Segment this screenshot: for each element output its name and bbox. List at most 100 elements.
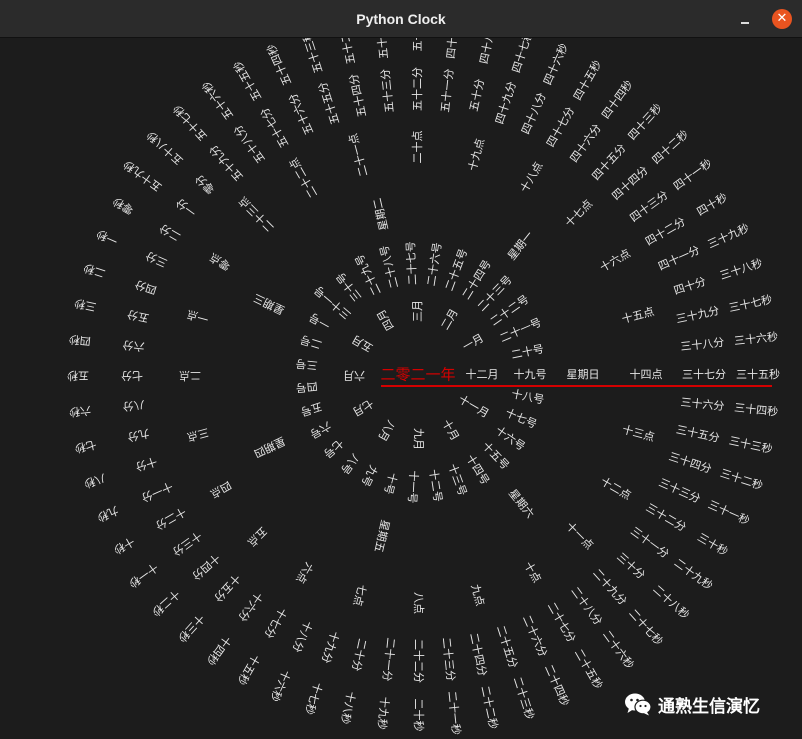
minute-label: 五十六分 xyxy=(285,91,316,137)
weekday-label: 星期一 xyxy=(505,229,536,263)
hour-label: 二十二点 xyxy=(286,155,320,200)
hour-label: 四点 xyxy=(208,478,234,500)
second-label: 五十九秒 xyxy=(120,157,164,194)
second-label: 四十六秒 xyxy=(540,41,571,87)
minute-label: 五十九分 xyxy=(206,142,246,184)
minute-label: 三十三分 xyxy=(657,475,703,506)
second-label: 三十四秒 xyxy=(734,400,779,419)
minute-label: 五十七分 xyxy=(257,105,291,150)
minute-label: 四十四分 xyxy=(609,163,651,203)
minute-label: 十二分 xyxy=(153,505,189,534)
second-label: 五十一秒 xyxy=(372,38,391,60)
hour-label: 三点 xyxy=(186,425,211,443)
second-label: 一秒 xyxy=(94,227,120,249)
minute-label: 三十九分 xyxy=(675,303,721,326)
minute-label: 二十八分 xyxy=(568,584,605,628)
minute-label: 二十二分 xyxy=(412,639,426,683)
minute-label: 五十四分 xyxy=(346,72,369,118)
hour-label: 一点 xyxy=(185,307,210,325)
day-label: 二号 xyxy=(299,332,324,351)
minute-label: 四十七分 xyxy=(543,104,577,149)
second-label: 六秒 xyxy=(68,403,91,419)
second-label: 五十五秒 xyxy=(230,59,264,104)
second-label: 五十秒 xyxy=(410,38,424,52)
hour-label: 十八点 xyxy=(517,159,546,195)
day-label: 十七号 xyxy=(503,405,539,431)
day-label: 十号 xyxy=(381,471,400,496)
minute-label: 三十分 xyxy=(614,549,648,581)
second-label: 十三秒 xyxy=(175,611,207,645)
minute-label: 二十六分 xyxy=(520,613,551,659)
title-bar[interactable]: Python Clock ✕ xyxy=(0,0,802,38)
weekday-label: 星期五 xyxy=(372,518,392,553)
minute-label: 三十八分 xyxy=(680,335,725,354)
minute-label: 十分 xyxy=(134,454,159,474)
minute-label: 十七分 xyxy=(262,605,291,641)
month-label: 九月 xyxy=(412,428,425,450)
clock-rings: 二零二一年一月二月三月四月五月六月七月八月 九月 十月十一月十二月一号二号三号四号五… xyxy=(67,38,780,736)
second-label: 二十九秒 xyxy=(672,555,716,592)
second-label: 十八秒 xyxy=(338,690,359,725)
minute-label: 二分 xyxy=(157,221,183,243)
minute-label: 四十八分 xyxy=(518,90,549,136)
minute-label: 三分 xyxy=(144,249,169,270)
second-label: 三十一秒 xyxy=(706,497,752,528)
second-label: 四十三秒 xyxy=(625,101,665,143)
hour-label: 十点 xyxy=(521,559,544,585)
weekday-label: 星期三 xyxy=(251,291,286,317)
second-label: 三十二秒 xyxy=(719,466,765,493)
second-label: 二十一秒 xyxy=(445,690,464,735)
minute-label: 三十六分 xyxy=(680,395,725,414)
month-label: 七月 xyxy=(350,396,376,418)
minute-label: 八分 xyxy=(122,398,145,413)
second-label: 十秒 xyxy=(111,534,137,557)
second-label: 五十二秒 xyxy=(335,38,358,66)
second-label: 十七秒 xyxy=(302,681,326,717)
second-label: 四十秒 xyxy=(694,190,730,219)
hour-label: 十五点 xyxy=(620,304,655,326)
minute-label: 二十七分 xyxy=(545,600,579,645)
minute-label: 四十五分 xyxy=(589,141,629,183)
minute-label: 二十九分 xyxy=(590,566,630,608)
second-label: 三十五秒 xyxy=(736,367,780,381)
hour-label: 零点 xyxy=(207,250,233,272)
hour-label: 十三点 xyxy=(621,422,656,444)
second-label: 二十八秒 xyxy=(650,582,692,622)
hour-label: 十二点 xyxy=(598,474,634,503)
watermark: 通熟生信演忆 xyxy=(624,690,760,718)
second-label: 二十三秒 xyxy=(511,675,538,721)
minimize-button[interactable] xyxy=(736,10,754,28)
second-label: 三秒 xyxy=(73,296,97,314)
minute-label: 四十六分 xyxy=(567,121,604,165)
minute-label: 六分 xyxy=(122,338,145,353)
minute-label: 二十一分 xyxy=(380,637,399,682)
day-label: 十三号 xyxy=(446,462,471,498)
close-button[interactable]: ✕ xyxy=(772,9,792,29)
second-label: 七秒 xyxy=(73,438,97,456)
second-label: 十九秒 xyxy=(375,696,392,730)
second-label: 二十七秒 xyxy=(626,606,666,648)
second-label: 五十七秒 xyxy=(170,102,210,144)
minute-label: 七分 xyxy=(121,369,143,382)
second-label: 四十八秒 xyxy=(476,38,499,65)
minute-label: 十三分 xyxy=(170,529,205,560)
second-label: 十六秒 xyxy=(268,668,294,704)
minute-label: 五十一分 xyxy=(438,68,457,113)
hour-label: 十九点 xyxy=(465,137,487,172)
minute-label: 四十一分 xyxy=(656,242,702,273)
day-label: 五号 xyxy=(299,399,324,418)
minute-label: 五十分 xyxy=(466,77,487,112)
day-label: 二十七号 xyxy=(403,241,419,286)
minute-label: 零分 xyxy=(193,172,218,196)
month-label: 八月 xyxy=(375,418,397,444)
day-label: 七号 xyxy=(321,436,346,460)
hour-label: 二十点 xyxy=(410,131,424,164)
second-label: 二十秒 xyxy=(412,699,426,732)
second-label: 三十七秒 xyxy=(727,292,773,315)
second-label: 二秒 xyxy=(82,261,107,281)
second-label: 五十六秒 xyxy=(199,79,236,123)
minute-label: 一分 xyxy=(174,196,199,219)
minute-label: 十一分 xyxy=(139,479,175,505)
minute-label: 二十分 xyxy=(349,637,370,672)
day-label: 十一号 xyxy=(405,470,421,504)
